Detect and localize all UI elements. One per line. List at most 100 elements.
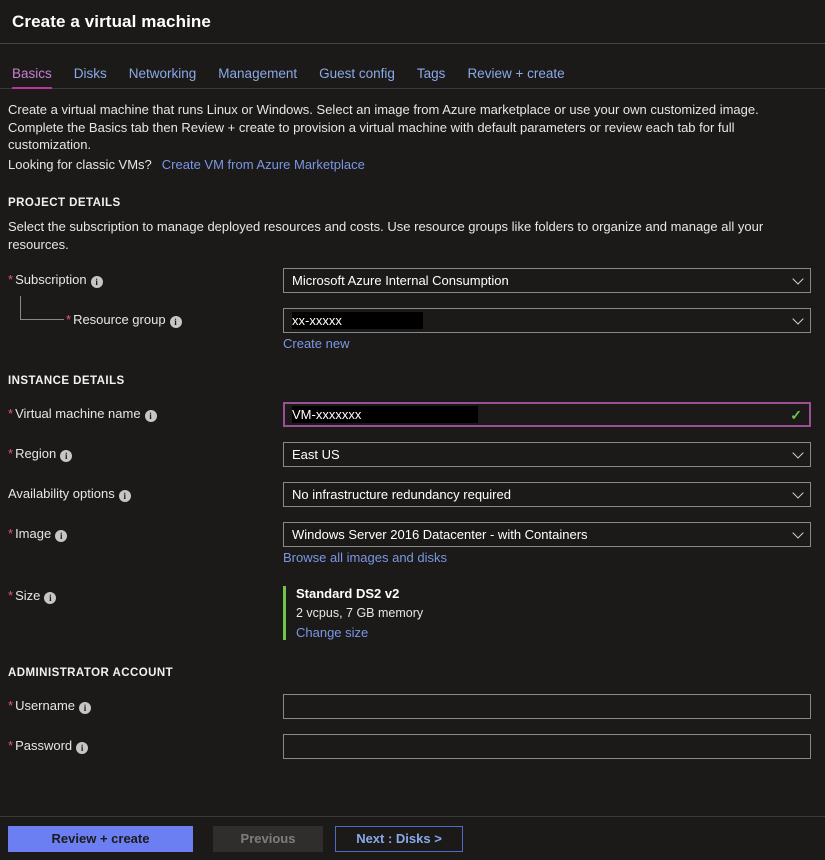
vm-name-control: VM-xxxxxxx ✓ [283,402,811,427]
info-icon[interactable]: i [79,702,91,714]
blade-footer: Review + create Previous Next : Disks > [0,816,825,860]
tab-basics[interactable]: Basics [12,66,52,88]
subscription-row: *Subscription i Microsoft Azure Internal … [8,268,811,293]
classic-vm-row: Looking for classic VMs? Create VM from A… [8,156,798,174]
intro-paragraph: Create a virtual machine that runs Linux… [8,102,759,152]
image-label-wrap: *Imagei [8,522,283,542]
password-control [283,734,811,759]
username-control [283,694,811,719]
resource-group-label-wrap: *Resource group i [8,308,283,328]
region-label: Region [15,446,56,461]
info-icon[interactable]: i [44,592,56,604]
info-icon[interactable]: i [145,410,157,422]
image-label: Image [15,526,51,541]
vm-name-required-asterisk: * [8,406,13,421]
info-icon[interactable]: i [119,490,131,502]
subscription-value: Microsoft Azure Internal Consumption [292,273,509,288]
resource-group-label: Resource group [73,312,166,327]
username-label-wrap: *Username i [8,694,283,714]
size-control: Standard DS2 v2 2 vcpus, 7 GB memory Cha… [283,584,811,640]
username-input[interactable] [283,694,811,719]
image-control: Windows Server 2016 Datacenter - with Co… [283,522,811,565]
size-specs: 2 vcpus, 7 GB memory [296,606,811,620]
resource-group-select[interactable]: xx-xxxxx [283,308,811,333]
tab-guest-config[interactable]: Guest config [319,66,395,88]
availability-value: No infrastructure redundancy required [292,487,511,502]
vm-name-row: *Virtual machine name i VM-xxxxxxx ✓ [8,402,811,427]
chevron-down-icon [792,273,803,284]
change-size-wrap: Change size [296,625,811,640]
password-row: *Passwordi [8,734,811,759]
subscription-select[interactable]: Microsoft Azure Internal Consumption [283,268,811,293]
image-required-asterisk: * [8,526,13,541]
password-required-asterisk: * [8,738,13,753]
tab-networking[interactable]: Networking [129,66,197,88]
project-details-description: Select the subscription to manage deploy… [8,218,793,253]
region-control: East US [283,442,811,467]
tab-review-create[interactable]: Review + create [467,66,564,88]
resource-group-required-asterisk: * [66,312,71,327]
browse-images-wrap: Browse all images and disks [283,550,811,565]
region-row: *Regioni East US [8,442,811,467]
size-row: *Sizei Standard DS2 v2 2 vcpus, 7 GB mem… [8,584,811,640]
image-select[interactable]: Windows Server 2016 Datacenter - with Co… [283,522,811,547]
vm-name-label-wrap: *Virtual machine name i [8,402,283,422]
tab-disks[interactable]: Disks [74,66,107,88]
size-label: Size [15,588,40,603]
image-row: *Imagei Windows Server 2016 Datacenter -… [8,522,811,565]
info-icon[interactable]: i [170,316,182,328]
chevron-down-icon [792,313,803,324]
availability-options-row: Availability options i No infrastructure … [8,482,811,507]
image-value: Windows Server 2016 Datacenter - with Co… [292,527,588,542]
chevron-down-icon [792,527,803,538]
administrator-account-heading: ADMINISTRATOR ACCOUNT [8,667,811,679]
blade-body: Create a virtual machine that runs Linux… [0,89,825,759]
region-label-wrap: *Regioni [8,442,283,462]
review-create-button[interactable]: Review + create [8,826,193,852]
username-required-asterisk: * [8,698,13,713]
info-icon[interactable]: i [91,276,103,288]
create-vm-blade: Create a virtual machine Basics Disks Ne… [0,0,825,860]
region-select[interactable]: East US [283,442,811,467]
valid-check-icon: ✓ [790,407,802,423]
size-label-wrap: *Sizei [8,584,283,604]
vm-name-input[interactable]: VM-xxxxxxx ✓ [283,402,811,427]
create-vm-marketplace-link[interactable]: Create VM from Azure Marketplace [162,157,365,172]
info-icon[interactable]: i [76,742,88,754]
tab-management[interactable]: Management [218,66,297,88]
size-required-asterisk: * [8,588,13,603]
region-value: East US [292,447,340,462]
vm-name-label: Virtual machine name [15,406,141,421]
availability-label-wrap: Availability options i [8,482,283,502]
username-label: Username [15,698,75,713]
tree-connector-icon [20,296,64,320]
blade-header: Create a virtual machine [0,0,825,43]
password-input[interactable] [283,734,811,759]
browse-images-link[interactable]: Browse all images and disks [283,550,447,565]
size-summary: Standard DS2 v2 2 vcpus, 7 GB memory Cha… [283,586,811,640]
instance-details-heading: INSTANCE DETAILS [8,375,811,387]
size-name: Standard DS2 v2 [296,586,811,601]
tab-tags[interactable]: Tags [417,66,446,88]
create-new-resource-group-wrap: Create new [283,336,811,351]
intro-text: Create a virtual machine that runs Linux… [8,101,798,173]
classic-vm-prompt: Looking for classic VMs? [8,157,152,172]
availability-select[interactable]: No infrastructure redundancy required [283,482,811,507]
previous-button: Previous [213,826,323,852]
info-icon[interactable]: i [60,450,72,462]
chevron-down-icon [792,487,803,498]
username-row: *Username i [8,694,811,719]
page-title: Create a virtual machine [12,12,809,32]
next-disks-button[interactable]: Next : Disks > [335,826,463,852]
subscription-label: Subscription [15,272,87,287]
chevron-down-icon [792,447,803,458]
info-icon[interactable]: i [55,530,67,542]
subscription-control: Microsoft Azure Internal Consumption [283,268,811,293]
availability-control: No infrastructure redundancy required [283,482,811,507]
resource-group-row: *Resource group i xx-xxxxx Create new [8,308,811,351]
create-new-link[interactable]: Create new [283,336,349,351]
region-required-asterisk: * [8,446,13,461]
availability-label: Availability options [8,486,115,501]
change-size-link[interactable]: Change size [296,625,368,640]
subscription-required-asterisk: * [8,272,13,287]
